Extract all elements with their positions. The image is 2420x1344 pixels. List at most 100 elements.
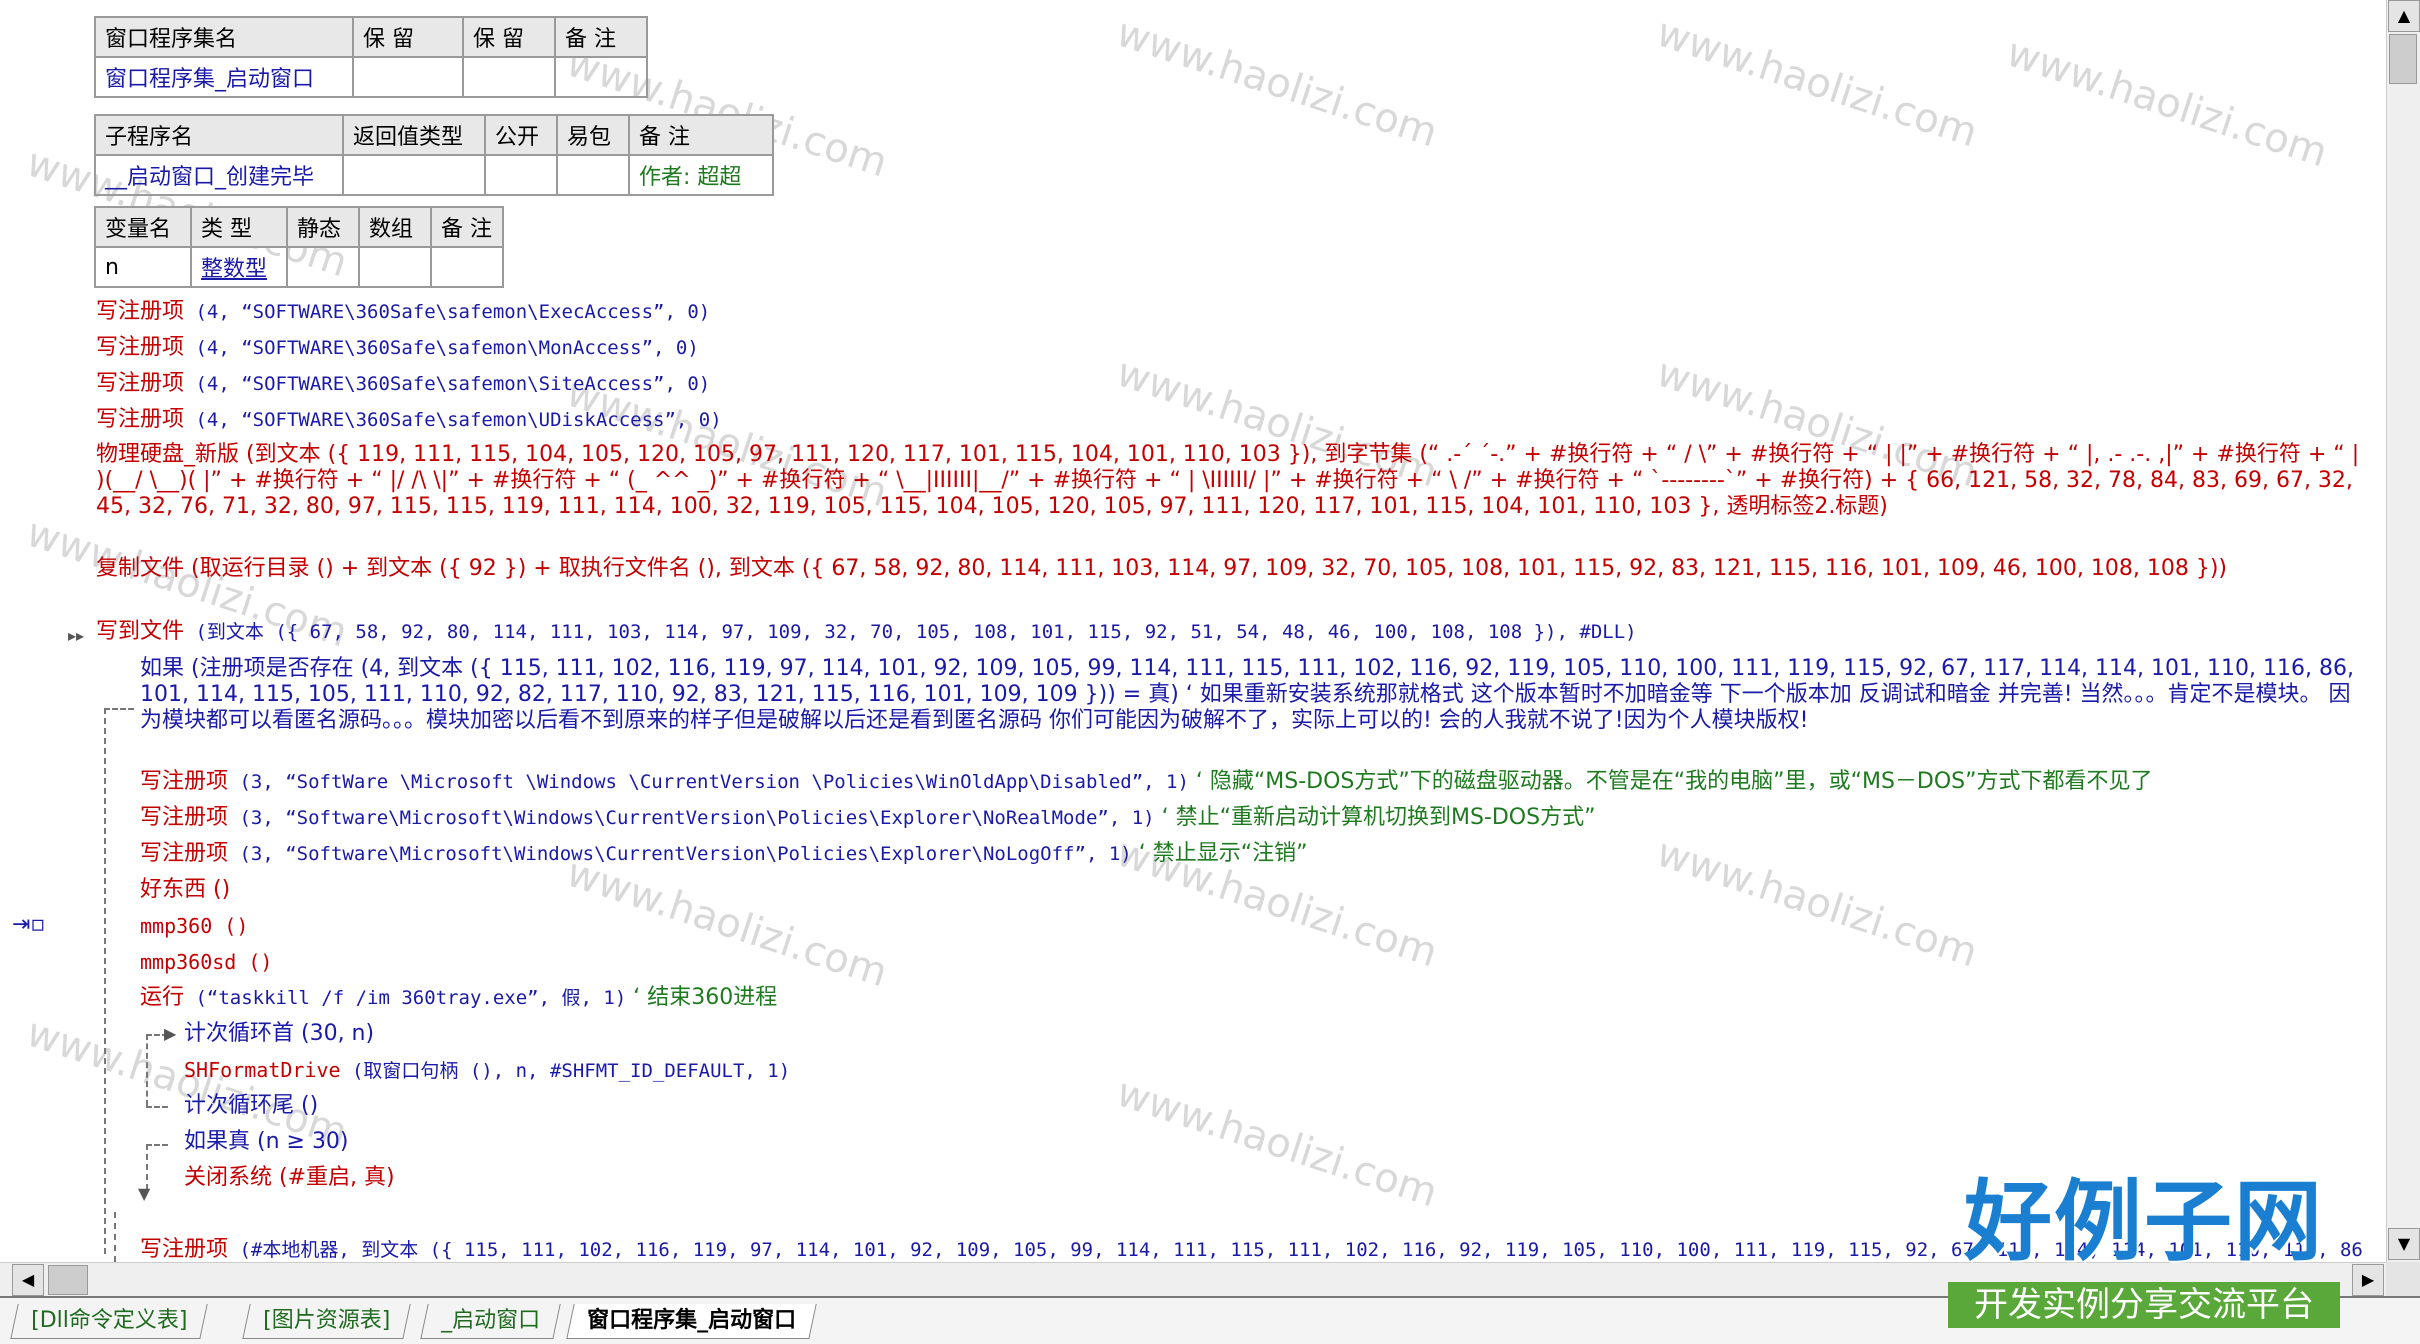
code-function: SHFormatDrive xyxy=(184,1058,341,1082)
code-comment: ‘ 结束360进程 xyxy=(633,985,778,1010)
watermark: www.haolizi.com xyxy=(2001,29,2333,177)
scroll-thumb[interactable] xyxy=(2389,34,2417,84)
code-line[interactable]: 好东西 () xyxy=(140,872,230,908)
module-declaration-table: 窗口程序集名 保 留 保 留 备 注 窗口程序集_启动窗口 xyxy=(94,16,648,98)
loop-arrow-icon: ▶ xyxy=(164,1024,177,1043)
code-comment: ‘ 隐藏“MS-DOS方式”下的磁盘驱动器。不管是在“我的电脑”里，或“MS－D… xyxy=(1195,769,2153,794)
code-args: (4, “SOFTWARE\360Safe\safemon\SiteAccess… xyxy=(184,373,711,395)
module-reserved2-cell[interactable] xyxy=(462,56,556,98)
code-line[interactable]: 写注册项 (4, “SOFTWARE\360Safe\safemon\UDisk… xyxy=(96,402,722,438)
current-line-icon: ⇥▫ xyxy=(12,912,46,937)
module-remark-cell[interactable] xyxy=(554,56,648,98)
var-static-cell[interactable] xyxy=(286,246,360,288)
code-function: 写注册项 xyxy=(140,769,229,794)
code-args: (到文本 ({ 67, 58, 92, 80, 114, 111, 103, 1… xyxy=(184,621,1637,643)
var-header-type: 类 型 xyxy=(190,206,288,248)
var-header-name: 变量名 xyxy=(94,206,192,248)
code-line[interactable]: 写注册项 (3, “Software\Microsoft\Windows\Cur… xyxy=(140,836,1308,872)
code-comment: ‘ 禁止“重新启动计算机切换到MS-DOS方式” xyxy=(1161,805,1596,830)
flow-guide-next xyxy=(114,1212,116,1262)
tab-label: [图片资源表] xyxy=(263,1308,391,1333)
tab-startup-window-module[interactable]: 窗口程序集_启动窗口 xyxy=(566,1304,817,1339)
flow-guide-ifreal-top xyxy=(146,1144,168,1146)
var-type-cell[interactable]: 整数型 xyxy=(190,246,288,288)
scroll-down-button[interactable]: ▼ xyxy=(2388,1228,2420,1260)
var-header-static: 静态 xyxy=(286,206,360,248)
code-line[interactable]: 写注册项 (4, “SOFTWARE\360Safe\safemon\MonAc… xyxy=(96,330,699,366)
module-header-reserved1: 保 留 xyxy=(352,16,464,58)
module-header-name: 窗口程序集名 xyxy=(94,16,354,58)
sub-name-cell[interactable]: __启动窗口_创建完毕 xyxy=(94,154,344,196)
vertical-scrollbar[interactable]: ▲ ▼ xyxy=(2386,0,2420,1262)
code-args: (4, “SOFTWARE\360Safe\safemon\MonAccess”… xyxy=(184,337,699,359)
scroll-right-button[interactable]: ▶ xyxy=(2352,1264,2384,1296)
flow-guide-loop xyxy=(146,1034,148,1106)
code-line[interactable]: 写注册项 (3, “SoftWare \Microsoft \Windows \… xyxy=(140,764,2153,800)
subroutine-declaration-table: 子程序名 返回值类型 公开 易包 备 注 __启动窗口_创建完毕 作者: 超超 xyxy=(94,114,774,196)
code-line[interactable]: 写注册项 (3, “Software\Microsoft\Windows\Cur… xyxy=(140,800,1595,836)
tab-label: 窗口程序集_启动窗口 xyxy=(587,1308,797,1333)
code-line[interactable]: 运行 (“taskkill /f /im 360tray.exe”, 假, 1)… xyxy=(140,980,777,1016)
sub-header-remark: 备 注 xyxy=(628,114,774,156)
variable-declaration-table: 变量名 类 型 静态 数组 备 注 n 整数型 xyxy=(94,206,504,288)
sub-public-cell[interactable] xyxy=(484,154,558,196)
tab-startup-window[interactable]: _启动窗口 xyxy=(420,1304,561,1339)
var-array-cell[interactable] xyxy=(358,246,432,288)
code-args: (3, “Software\Microsoft\Windows\CurrentV… xyxy=(228,843,1132,865)
sub-header-return-type: 返回值类型 xyxy=(342,114,486,156)
sub-epackage-cell[interactable] xyxy=(556,154,630,196)
code-function: 写注册项 xyxy=(96,335,185,360)
code-line[interactable]: 写注册项 (4, “SOFTWARE\360Safe\safemon\ExecA… xyxy=(96,294,710,330)
watermark: www.haolizi.com xyxy=(1651,829,1983,977)
sub-return-type-cell[interactable] xyxy=(342,154,486,196)
tab-dll-commands[interactable]: [Dll命令定义表] xyxy=(10,1304,209,1339)
code-args: (4, “SOFTWARE\360Safe\safemon\ExecAccess… xyxy=(184,301,711,323)
code-args: (“taskkill /f /im 360tray.exe”, 假, 1) xyxy=(184,987,627,1009)
loop-end[interactable]: 计次循环尾 () xyxy=(184,1088,318,1124)
tab-label: _启动窗口 xyxy=(441,1308,541,1333)
var-name-cell[interactable]: n xyxy=(94,246,192,288)
module-reserved1-cell[interactable] xyxy=(352,56,464,98)
tab-image-resources[interactable]: [图片资源表] xyxy=(242,1304,411,1339)
code-line-wrapped[interactable]: 物理硬盘_新版 (到文本 ({ 119, 111, 115, 104, 105,… xyxy=(96,442,2366,544)
module-header-reserved2: 保 留 xyxy=(462,16,556,58)
code-line[interactable]: mmp360 () xyxy=(140,908,248,944)
var-remark-cell[interactable] xyxy=(430,246,504,288)
hscroll-thumb[interactable] xyxy=(48,1265,88,1295)
flow-guide-if xyxy=(104,708,106,1254)
code-function: 写注册项 xyxy=(140,1237,229,1262)
code-args: (4, “SOFTWARE\360Safe\safemon\UDiskAcces… xyxy=(184,409,722,431)
site-logo: 好例子网 开发实例分享交流平台 xyxy=(1948,1172,2340,1332)
logo-title: 好例子网 xyxy=(1963,1170,2324,1273)
flow-guide-loop-bottom xyxy=(146,1106,168,1108)
sub-header-epackage: 易包 xyxy=(556,114,630,156)
code-function: 写注册项 xyxy=(96,407,185,432)
if-true-statement[interactable]: 如果真 (n ≥ 30) xyxy=(184,1124,349,1160)
code-line[interactable]: SHFormatDrive (取窗口句柄 (), n, #SHFMT_ID_DE… xyxy=(184,1052,790,1089)
module-header-remark: 备 注 xyxy=(554,16,648,58)
if-statement[interactable]: 如果 (注册项是否存在 (4, 到文本 ({ 115, 111, 102, 11… xyxy=(140,656,2366,760)
code-editor[interactable]: ▸▸ ⇥▫ www.haolizi.com www.haolizi.com ww… xyxy=(0,0,2386,1262)
code-function: 写注册项 xyxy=(140,841,229,866)
module-name-cell[interactable]: 窗口程序集_启动窗口 xyxy=(94,56,354,98)
code-line[interactable]: 写到文件 (到文本 ({ 67, 58, 92, 80, 114, 111, 1… xyxy=(96,614,1637,650)
line-gutter: ▸▸ ⇥▫ xyxy=(0,0,86,1262)
watermark: www.haolizi.com xyxy=(1111,1069,1443,1217)
tab-label: [Dll命令定义表] xyxy=(31,1308,188,1333)
code-function: 写注册项 xyxy=(140,805,229,830)
scroll-up-button[interactable]: ▲ xyxy=(2388,0,2420,32)
loop-start[interactable]: 计次循环首 (30, n) xyxy=(184,1016,374,1052)
code-line-wrapped[interactable]: 复制文件 (取运行目录 () + 到文本 ({ 92 }) + 取执行文件名 (… xyxy=(96,556,2366,608)
code-line[interactable]: 写注册项 (4, “SOFTWARE\360Safe\safemon\SiteA… xyxy=(96,366,710,402)
watermark: www.haolizi.com xyxy=(1111,9,1443,157)
sub-remark-cell[interactable]: 作者: 超超 xyxy=(628,154,774,196)
code-function: 写到文件 xyxy=(96,619,185,644)
code-line[interactable]: 关闭系统 (#重启, 真) xyxy=(184,1160,395,1196)
var-header-array: 数组 xyxy=(358,206,432,248)
var-header-remark: 备 注 xyxy=(430,206,504,248)
code-args: (取窗口句柄 (), n, #SHFMT_ID_DEFAULT, 1) xyxy=(340,1060,791,1082)
code-line[interactable]: mmp360sd () xyxy=(140,944,272,980)
breakpoint-marker-icon[interactable]: ▸▸ xyxy=(68,626,84,645)
scroll-left-button[interactable]: ◀ xyxy=(12,1264,44,1296)
scroll-corner xyxy=(2386,1262,2420,1296)
